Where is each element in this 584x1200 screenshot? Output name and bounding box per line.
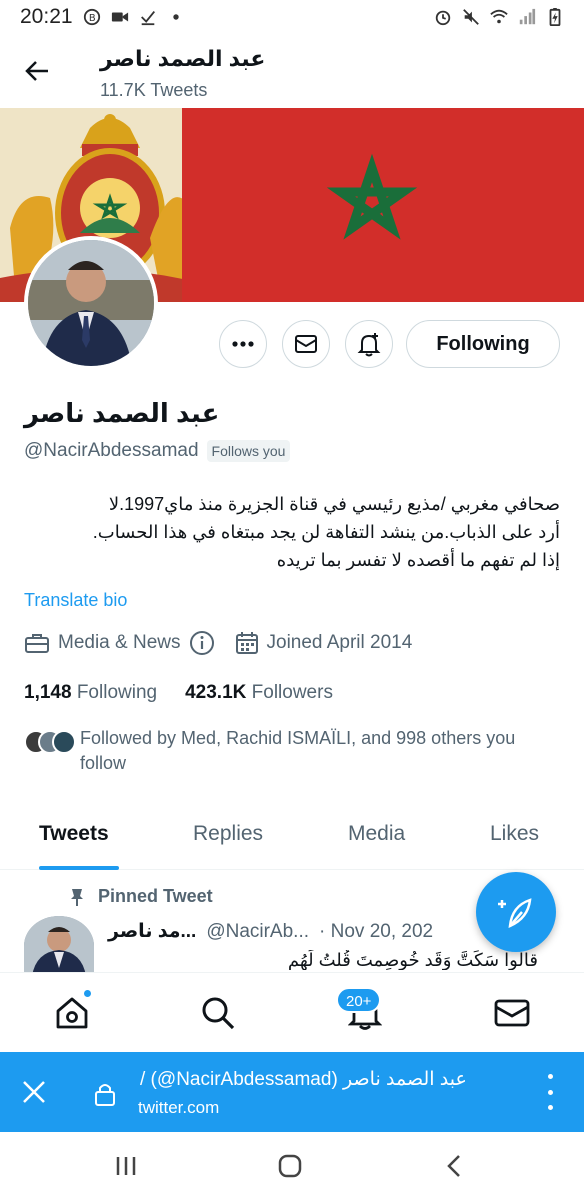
- recent-apps-button[interactable]: [110, 1152, 142, 1180]
- joined-date: Joined April 2014: [266, 632, 413, 653]
- close-tab-button[interactable]: [18, 1076, 50, 1108]
- bell-plus-icon: [357, 333, 381, 357]
- bio-line: صحافي مغربي /مذيع رئيسي في قناة الجزيرة …: [108, 494, 560, 514]
- bottom-navigation: 20+: [0, 972, 584, 1052]
- tab-media[interactable]: Media: [348, 822, 405, 846]
- check-icon: [140, 11, 155, 26]
- moroccan-flag-image: [182, 108, 584, 302]
- avatar: [52, 730, 76, 754]
- home-button[interactable]: [274, 1152, 306, 1180]
- category-item: Media & News: [24, 630, 215, 656]
- profile-handle: @NacirAbdessamad: [24, 440, 199, 461]
- system-back-button[interactable]: [438, 1152, 470, 1180]
- profile-header: عبد الصمد ناصر 11.7K Tweets: [0, 34, 584, 108]
- followers-count: 423.1K: [185, 682, 247, 703]
- profile-avatar[interactable]: [24, 236, 158, 370]
- more-options-button[interactable]: [219, 320, 267, 368]
- system-navigation-bar: [0, 1132, 584, 1200]
- notifications-toggle-button[interactable]: [345, 320, 393, 368]
- calendar-icon: [235, 632, 258, 654]
- following-label: Following: [76, 682, 158, 703]
- dot-icon: [172, 14, 179, 20]
- tweet-count: 11.7K Tweets: [100, 80, 208, 100]
- profile-meta: Media & News Joined April 2014: [24, 630, 412, 656]
- translate-bio-link[interactable]: Translate bio: [24, 590, 127, 611]
- new-content-dot: [83, 989, 92, 998]
- follow-stats: 1,148 Following 423.1K Followers: [24, 682, 333, 704]
- following-button[interactable]: Following: [406, 320, 560, 368]
- profile-bio: صحافي مغربي /مذيع رئيسي في قناة الجزيرة …: [24, 490, 560, 574]
- battery-icon: [549, 8, 561, 26]
- bio-line: أرد على الذباب.من ينشد التفاهة لن يجد مب…: [92, 522, 560, 542]
- followed-by-row[interactable]: Followed by Med, Rachid ISMAÏLI, and 998…: [24, 726, 550, 776]
- nav-messages[interactable]: [490, 991, 534, 1035]
- tweet-author-avatar[interactable]: [24, 916, 94, 976]
- profile-tabs: Tweets Replies Media Likes: [0, 808, 584, 870]
- tweet-author-name[interactable]: ...مد ناصر: [108, 920, 196, 943]
- recents-icon: [116, 1157, 136, 1175]
- followed-by-text: Followed by Med, Rachid ISMAÏLI, and 998…: [80, 728, 516, 773]
- page-url: twitter.com: [138, 1098, 220, 1117]
- chevron-left-icon: [447, 1155, 460, 1177]
- svg-text:B: B: [88, 13, 95, 24]
- search-icon: [202, 997, 235, 1030]
- signal-icon: [519, 8, 536, 25]
- notifications-badge: 20+: [336, 987, 382, 1013]
- envelope-icon: [494, 999, 530, 1027]
- followers-label: Followers: [251, 682, 333, 703]
- message-button[interactable]: [282, 320, 330, 368]
- following-count: 1,148: [24, 682, 72, 703]
- tab-likes[interactable]: Likes: [490, 822, 539, 846]
- tweet-text[interactable]: قالوا سَكَتَّ وَقَد خُوصِمتَ قُلتُ لَهُم: [108, 950, 538, 970]
- tweet-date[interactable]: · Nov 20, 202: [319, 921, 433, 943]
- mute-icon: [463, 9, 479, 25]
- mutual-avatars: [24, 726, 76, 776]
- status-bar: 20:21 B: [0, 0, 584, 34]
- back-arrow-icon: [25, 61, 48, 81]
- profile-name: عبد الصمد ناصر: [24, 398, 220, 428]
- alarm-icon: [435, 10, 451, 26]
- ellipsis-icon: [232, 341, 254, 347]
- envelope-icon: [295, 335, 317, 353]
- browser-menu-button[interactable]: [546, 1074, 554, 1110]
- briefcase-icon: [25, 634, 49, 653]
- wifi-icon: [490, 9, 508, 24]
- status-time: 20:21: [20, 5, 73, 28]
- page-title: عبد الصمد ناصر (NacirAbdessamad@) /: [140, 1069, 467, 1090]
- tweet-header: ...مد ناصر @NacirAb... · Nov 20, 202: [108, 920, 433, 943]
- video-icon: [111, 12, 128, 22]
- custom-tab-bar: عبد الصمد ناصر (NacirAbdessamad@) / twit…: [0, 1052, 584, 1132]
- pin-icon: [71, 888, 83, 906]
- handle-row: @NacirAbdessamad Follows you: [24, 440, 291, 462]
- info-icon[interactable]: [189, 630, 215, 656]
- followers-stat[interactable]: 423.1K Followers: [185, 682, 333, 704]
- pinned-tweet-label: Pinned Tweet: [98, 886, 213, 906]
- tab-replies[interactable]: Replies: [193, 822, 263, 846]
- home-circle-icon: [278, 1154, 302, 1178]
- tab-tweets[interactable]: Tweets: [39, 822, 109, 846]
- tweet-author-handle[interactable]: @NacirAb...: [206, 921, 309, 943]
- pinned-label-row: Pinned Tweet: [70, 886, 213, 907]
- compose-tweet-button[interactable]: [476, 872, 556, 952]
- header-name: عبد الصمد ناصر: [100, 46, 266, 71]
- joined-item: Joined April 2014: [235, 631, 413, 655]
- back-button[interactable]: [22, 56, 52, 86]
- category-label: Media & News: [58, 632, 181, 653]
- active-tab-indicator: [39, 866, 119, 870]
- follows-you-badge: Follows you: [206, 440, 291, 462]
- feather-plus-icon: [498, 898, 532, 929]
- bio-line: إذا لم تفهم ما أقصده لا تفسر بما تريده: [276, 550, 560, 570]
- following-stat[interactable]: 1,148 Following: [24, 682, 157, 704]
- home-icon: [56, 997, 88, 1029]
- nav-search[interactable]: [196, 991, 240, 1035]
- lock-icon: [95, 1084, 115, 1106]
- b-circle-icon: B: [83, 8, 100, 26]
- close-icon: [23, 1081, 45, 1103]
